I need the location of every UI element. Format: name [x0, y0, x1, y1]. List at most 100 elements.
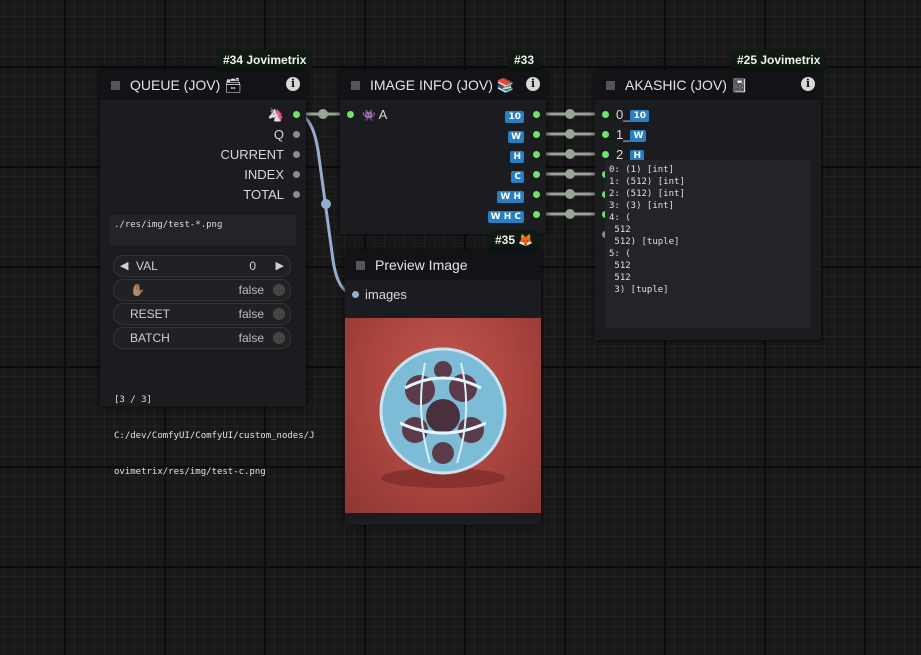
akashic-output-display: 0: (1) [int] 1: (512) [int] 2: (512) [in… — [605, 160, 810, 328]
output-label-wh: W H — [497, 188, 524, 203]
output-label-q: Q — [273, 127, 284, 142]
collapse-toggle[interactable] — [356, 261, 365, 270]
input-label-text: 0_ — [616, 107, 631, 122]
toggle-knob[interactable] — [273, 332, 285, 344]
wire-midpoint[interactable] — [565, 109, 575, 119]
node-badge-image-info: #33 — [508, 50, 541, 70]
collapse-toggle[interactable] — [351, 81, 360, 90]
preview-image-node[interactable]: Preview Image images — [345, 250, 541, 525]
val-number-widget[interactable]: ◀ VAL 0 ▶ — [113, 255, 291, 277]
wh-tag: W H — [497, 190, 524, 203]
queue-status-text: [3 / 3] C:/dev/ComfyUI/ComfyUI/custom_no… — [114, 370, 314, 502]
count-tag: 10 — [505, 110, 524, 123]
wire-midpoint[interactable] — [321, 199, 331, 209]
akashic-node[interactable]: AKASHIC (JOV) 📓 i 0_ 10 1_ W 2_ H 0: (1) [i… — [595, 70, 821, 340]
info-icon[interactable]: i — [526, 77, 540, 91]
val-label: VAL — [136, 259, 158, 273]
status-line: C:/dev/ComfyUI/ComfyUI/custom_nodes/J — [114, 431, 315, 441]
reset-value: false — [238, 307, 264, 321]
input-slot-1[interactable] — [602, 131, 609, 138]
queue-node[interactable]: QUEUE (JOV) 🗃 i 🦄 Q CURRENT INDEX TOTAL … — [100, 70, 314, 477]
hold-toggle[interactable]: ✋🏽 false — [113, 279, 291, 301]
output-slot-count[interactable] — [533, 111, 540, 118]
output-label-height: H — [510, 148, 524, 163]
node-header[interactable]: QUEUE (JOV) 🗃 i — [100, 70, 306, 100]
batch-value: false — [238, 331, 264, 345]
alien-icon: 👾 — [362, 110, 376, 122]
output-label-channels: C — [511, 168, 524, 183]
node-badge-akashic: #25 Jovimetrix — [731, 50, 827, 70]
image-info-node[interactable]: IMAGE INFO (JOV) 📚 i 👾 A 10 W H C W H W … — [340, 70, 546, 234]
output-label-current: CURRENT — [220, 147, 284, 162]
output-slot-total[interactable] — [293, 191, 300, 198]
width-tag: W — [508, 130, 524, 143]
increment-arrow-icon[interactable]: ▶ — [276, 259, 284, 272]
output-label-index: INDEX — [244, 167, 284, 182]
node-title: QUEUE (JOV) 🗃 — [130, 77, 242, 93]
preview-image-object — [379, 347, 507, 488]
channels-tag: C — [511, 170, 524, 183]
batch-label: BATCH — [130, 331, 170, 345]
input-slot-0[interactable] — [602, 111, 609, 118]
input-slot-images[interactable] — [352, 291, 359, 298]
info-icon[interactable]: i — [286, 77, 300, 91]
wire-midpoint[interactable] — [565, 189, 575, 199]
output-label-total: TOTAL — [243, 187, 284, 202]
queue-path-text: ./res/img/test-*.png — [114, 220, 223, 230]
status-line: [3 / 3] — [114, 395, 152, 405]
hold-value: false — [238, 283, 264, 297]
wire-midpoint[interactable] — [565, 169, 575, 179]
preview-image — [345, 318, 541, 513]
akashic-output-text: 0: (1) [int] 1: (512) [int] 2: (512) [in… — [609, 165, 685, 295]
output-label-any: 🦄 — [267, 107, 284, 122]
output-slot-height[interactable] — [533, 151, 540, 158]
input-label-text: 1_ — [616, 127, 631, 142]
node-badge-preview: #35 🦊 — [489, 230, 540, 250]
val-value: 0 — [249, 259, 256, 273]
toggle-knob[interactable] — [273, 284, 285, 296]
wire-midpoint[interactable] — [565, 149, 575, 159]
node-header[interactable]: Preview Image — [345, 250, 541, 280]
hold-label: ✋🏽 — [130, 283, 145, 297]
output-label-whc: W H C — [487, 208, 524, 223]
whc-tag: W H C — [487, 210, 524, 223]
output-label-count: 10 — [505, 108, 524, 123]
node-badge-queue: #34 Jovimetrix — [217, 50, 313, 70]
output-label-width: W — [508, 128, 524, 143]
queue-path-textarea[interactable]: ./res/img/test-*.png — [110, 215, 296, 245]
collapse-toggle[interactable] — [111, 81, 120, 90]
output-slot-index[interactable] — [293, 171, 300, 178]
output-slot-wh[interactable] — [533, 191, 540, 198]
collapse-toggle[interactable] — [606, 81, 615, 90]
height-tag: H — [510, 150, 524, 163]
input-label-images: images — [365, 287, 407, 302]
input-label-a: 👾 A — [362, 107, 387, 122]
node-header[interactable]: IMAGE INFO (JOV) 📚 i — [340, 70, 546, 100]
count-tag: 10 — [630, 109, 649, 122]
input-label-1: 1_ W — [616, 127, 647, 142]
node-header[interactable]: AKASHIC (JOV) 📓 i — [595, 70, 821, 100]
input-label-0: 0_ 10 — [616, 107, 649, 122]
width-tag: W — [630, 129, 647, 142]
output-slot-width[interactable] — [533, 131, 540, 138]
node-title: IMAGE INFO (JOV) 📚 — [370, 77, 515, 93]
toggle-knob[interactable] — [273, 308, 285, 320]
wire-midpoint[interactable] — [318, 109, 328, 119]
batch-toggle[interactable]: BATCH false — [113, 327, 291, 349]
node-title: AKASHIC (JOV) 📓 — [625, 77, 749, 93]
input-slot-a[interactable] — [347, 111, 354, 118]
node-title: Preview Image — [375, 257, 468, 273]
reset-label: RESET — [130, 307, 171, 321]
output-slot-channels[interactable] — [533, 171, 540, 178]
info-icon[interactable]: i — [801, 77, 815, 91]
wire-midpoint[interactable] — [565, 209, 575, 219]
output-slot-any[interactable] — [293, 111, 300, 118]
wire-midpoint[interactable] — [565, 129, 575, 139]
output-slot-q[interactable] — [293, 131, 300, 138]
decrement-arrow-icon[interactable]: ◀ — [120, 259, 128, 272]
output-slot-current[interactable] — [293, 151, 300, 158]
input-label-text: A — [378, 107, 388, 122]
reset-toggle[interactable]: RESET false — [113, 303, 291, 325]
output-slot-whc[interactable] — [533, 211, 540, 218]
input-slot-2[interactable] — [602, 151, 609, 158]
